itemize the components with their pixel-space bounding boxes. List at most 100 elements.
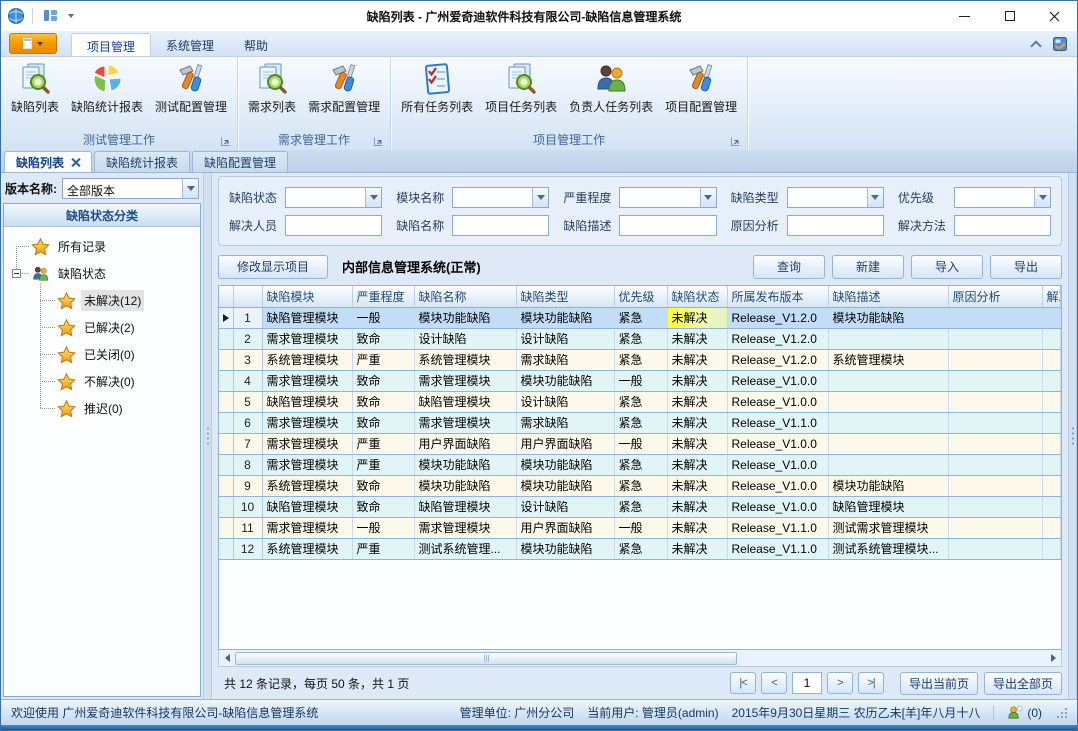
data-cell[interactable]: 模块功能缺陷 xyxy=(414,475,516,496)
data-cell[interactable]: 缺陷管理模块 xyxy=(262,391,352,412)
data-cell[interactable]: 紧急 xyxy=(614,307,667,328)
data-cell[interactable]: 严重 xyxy=(352,433,414,454)
data-cell[interactable]: 测试需求管理模块 xyxy=(828,517,948,538)
data-cell[interactable]: 缺陷管理模块 xyxy=(828,496,948,517)
data-cell[interactable]: 紧急 xyxy=(614,475,667,496)
data-cell[interactable]: 系统管理模块 xyxy=(262,349,352,370)
data-cell[interactable]: 紧急 xyxy=(614,328,667,349)
action-button-1[interactable]: 新建 xyxy=(832,255,904,279)
combobox-dropdown[interactable] xyxy=(1034,188,1050,207)
data-cell[interactable] xyxy=(948,538,1042,559)
data-cell[interactable]: 致命 xyxy=(352,475,414,496)
data-cell[interactable]: 严重 xyxy=(352,454,414,475)
data-cell[interactable]: Release_V1.0.0 xyxy=(727,475,828,496)
version-combobox[interactable]: 全部版本 xyxy=(62,178,199,199)
data-cell[interactable]: 紧急 xyxy=(614,538,667,559)
table-row[interactable]: 12系统管理模块严重测试系统管理...模块功能缺陷紧急未解决Release_V1… xyxy=(219,538,1061,559)
filter-combobox[interactable] xyxy=(619,187,716,208)
ribbon-tab-0[interactable]: 项目管理 xyxy=(71,33,151,56)
data-cell[interactable]: 需求管理模块 xyxy=(262,328,352,349)
data-cell[interactable]: Release_V1.0.0 xyxy=(727,391,828,412)
table-row[interactable]: 6需求管理模块致命需求管理模块需求缺陷紧急未解决Release_V1.1.0 xyxy=(219,412,1061,433)
app-menu-button[interactable] xyxy=(9,33,57,54)
data-cell[interactable]: 紧急 xyxy=(614,412,667,433)
data-cell[interactable]: 一般 xyxy=(352,307,414,328)
tree-item[interactable]: 推迟(0) xyxy=(4,395,200,422)
column-header[interactable]: 缺陷状态 xyxy=(667,286,727,307)
table-row[interactable]: 10缺陷管理模块致命缺陷管理模块设计缺陷紧急未解决Release_V1.0.0缺… xyxy=(219,496,1061,517)
data-cell[interactable]: 缺陷管理模块 xyxy=(262,496,352,517)
data-cell[interactable]: 紧急 xyxy=(614,454,667,475)
data-cell[interactable]: 系统管理模块 xyxy=(414,349,516,370)
skin-style-icon[interactable] xyxy=(1051,36,1069,52)
ribbon-button[interactable]: 项目配置管理 xyxy=(659,60,743,117)
data-cell[interactable]: 紧急 xyxy=(614,349,667,370)
data-cell[interactable]: 模块功能缺陷 xyxy=(516,538,614,559)
data-cell[interactable]: 模块功能缺陷 xyxy=(516,475,614,496)
data-cell[interactable] xyxy=(948,454,1042,475)
data-cell[interactable] xyxy=(948,307,1042,328)
table-row[interactable]: 8需求管理模块严重模块功能缺陷模块功能缺陷紧急未解决Release_V1.0.0 xyxy=(219,454,1061,475)
data-cell[interactable] xyxy=(948,370,1042,391)
status-cell[interactable]: 未解决 xyxy=(667,328,727,349)
data-cell[interactable]: 模块功能缺陷 xyxy=(828,307,948,328)
data-cell[interactable]: 致命 xyxy=(352,496,414,517)
filter-combobox[interactable] xyxy=(285,187,382,208)
data-cell[interactable] xyxy=(1042,517,1061,538)
status-cell[interactable]: 未解决 xyxy=(667,475,727,496)
data-cell[interactable]: 需求管理模块 xyxy=(262,412,352,433)
data-cell[interactable]: 需求管理模块 xyxy=(262,517,352,538)
tab-close-icon[interactable] xyxy=(71,158,80,167)
quick-access-icon[interactable] xyxy=(40,8,66,24)
data-cell[interactable]: 致命 xyxy=(352,391,414,412)
data-cell[interactable] xyxy=(1042,433,1061,454)
filter-input[interactable] xyxy=(285,215,382,236)
data-cell[interactable]: 需求管理模块 xyxy=(262,370,352,391)
ribbon-button[interactable]: 缺陷统计报表 xyxy=(65,60,149,117)
status-cell[interactable]: 未解决 xyxy=(667,496,727,517)
data-cell[interactable]: 致命 xyxy=(352,370,414,391)
column-header[interactable]: 缺陷模块 xyxy=(262,286,352,307)
scroll-left-icon[interactable] xyxy=(219,651,235,666)
export-current-page-button[interactable]: 导出当前页 xyxy=(900,672,978,695)
data-cell[interactable]: 模块功能缺陷 xyxy=(516,454,614,475)
filter-combobox[interactable] xyxy=(452,187,549,208)
data-cell[interactable]: 需求管理模块 xyxy=(414,370,516,391)
data-cell[interactable]: 致命 xyxy=(352,412,414,433)
data-cell[interactable]: 设计缺陷 xyxy=(516,328,614,349)
message-counter[interactable]: (0) xyxy=(1007,705,1042,720)
data-cell[interactable]: Release_V1.0.0 xyxy=(727,496,828,517)
data-cell[interactable] xyxy=(828,433,948,454)
status-cell[interactable]: 未解决 xyxy=(667,349,727,370)
data-cell[interactable]: 系统管理模块 xyxy=(262,538,352,559)
scrollbar-track[interactable] xyxy=(235,651,1045,666)
column-header[interactable]: 原因分析 xyxy=(948,286,1042,307)
data-cell[interactable]: Release_V1.0.0 xyxy=(727,454,828,475)
data-cell[interactable] xyxy=(828,370,948,391)
ribbon-button[interactable]: 测试配置管理 xyxy=(149,60,233,117)
data-cell[interactable]: 设计缺陷 xyxy=(414,328,516,349)
data-cell[interactable] xyxy=(948,517,1042,538)
ribbon-button[interactable]: 缺陷列表 xyxy=(5,60,65,117)
data-cell[interactable] xyxy=(828,412,948,433)
collapse-ribbon-icon[interactable] xyxy=(1031,41,1041,47)
data-cell[interactable] xyxy=(948,391,1042,412)
horizontal-scrollbar[interactable] xyxy=(218,650,1062,667)
filter-input[interactable] xyxy=(452,215,549,236)
table-row[interactable]: 4需求管理模块致命需求管理模块模块功能缺陷一般未解决Release_V1.0.0 xyxy=(219,370,1061,391)
table-row[interactable]: 11需求管理模块一般需求管理模块用户界面缺陷一般未解决Release_V1.1.… xyxy=(219,517,1061,538)
dialog-launcher-icon[interactable] xyxy=(220,136,231,147)
data-cell[interactable]: Release_V1.2.0 xyxy=(727,307,828,328)
status-cell[interactable]: 未解决 xyxy=(667,517,727,538)
data-cell[interactable] xyxy=(948,496,1042,517)
modify-display-items-button[interactable]: 修改显示项目 xyxy=(218,255,328,279)
tree-item[interactable]: 已关闭(0) xyxy=(4,341,200,368)
data-cell[interactable]: 一般 xyxy=(614,433,667,454)
data-cell[interactable]: 模块功能缺陷 xyxy=(828,475,948,496)
data-cell[interactable]: 模块功能缺陷 xyxy=(516,307,614,328)
tree-item[interactable]: 已解决(2) xyxy=(4,314,200,341)
ribbon-button[interactable]: 项目任务列表 xyxy=(479,60,563,117)
data-cell[interactable] xyxy=(948,412,1042,433)
data-cell[interactable]: 紧急 xyxy=(614,496,667,517)
version-combobox-dropdown[interactable] xyxy=(182,179,198,198)
